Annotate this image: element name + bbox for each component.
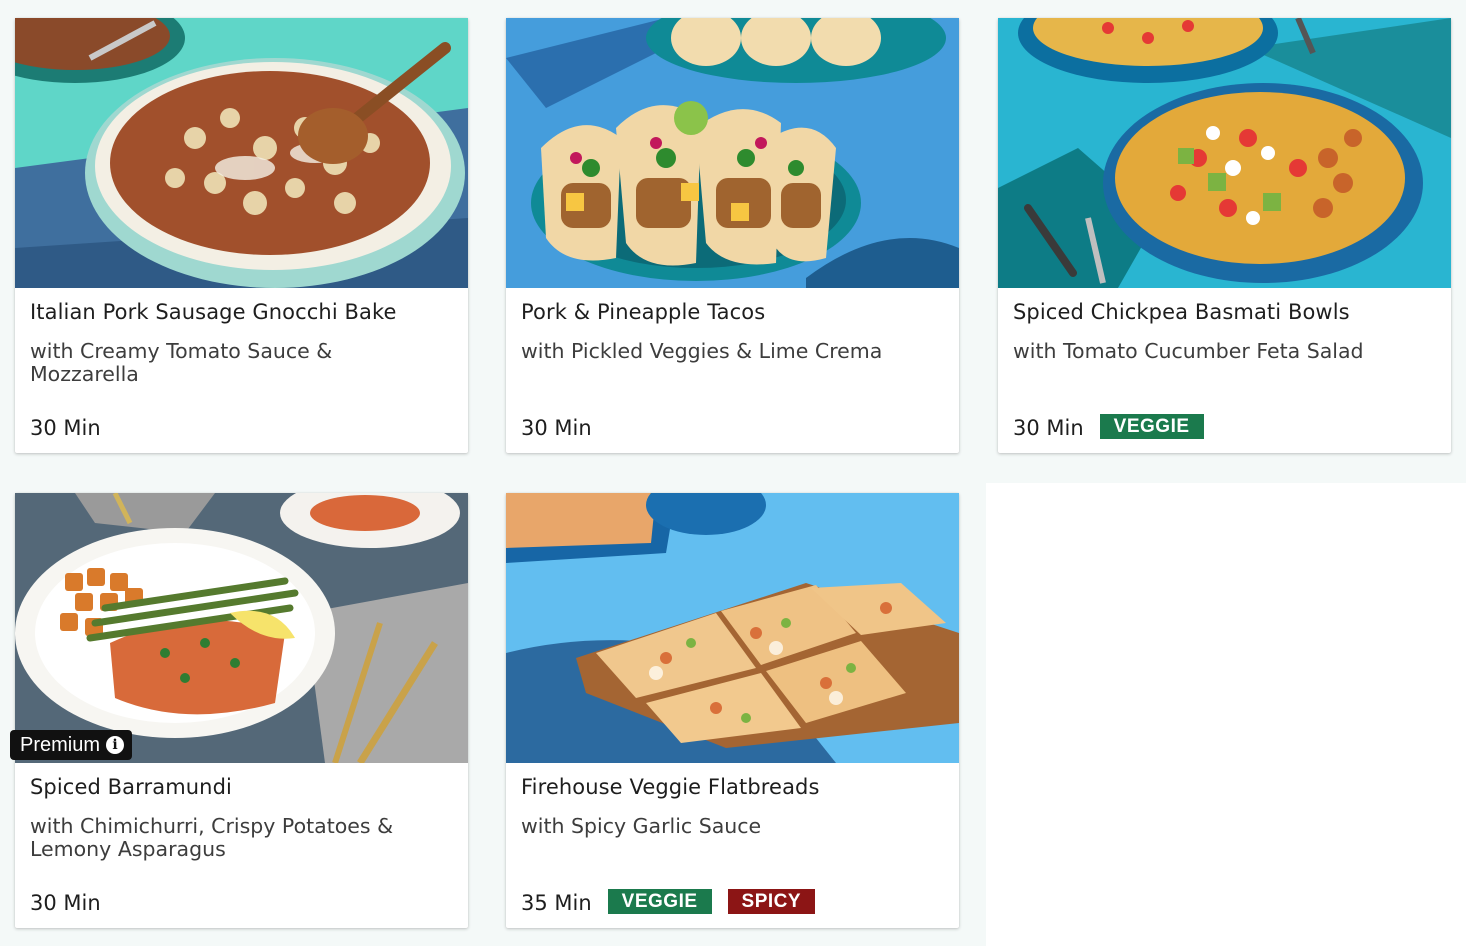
- recipe-subtitle: with Spicy Garlic Sauce: [521, 814, 762, 838]
- tacos-photo: [506, 18, 959, 288]
- spicy-tag: SPICY: [727, 888, 816, 914]
- recipe-image[interactable]: [15, 493, 468, 763]
- recipe-title[interactable]: Pork & Pineapple Tacos: [521, 300, 946, 324]
- recipe-title[interactable]: Spiced Barramundi: [30, 775, 455, 799]
- recipe-image[interactable]: [506, 18, 959, 288]
- recipe-card-spiced-barramundi[interactable]: Premium i Spiced Barramundi with Chimich…: [10, 493, 468, 928]
- empty-grid-area: [986, 483, 1466, 946]
- cook-time: 30 Min: [30, 416, 101, 440]
- cook-time: 30 Min: [1013, 416, 1084, 440]
- cook-time: 35 Min: [521, 891, 592, 915]
- info-icon[interactable]: i: [106, 736, 125, 754]
- gnocchi-bake-photo: [15, 18, 468, 288]
- recipe-footer: 30 Min VEGGIE: [1013, 413, 1204, 443]
- premium-label: Premium: [20, 733, 101, 756]
- recipe-title[interactable]: Italian Pork Sausage Gnocchi Bake: [30, 300, 455, 324]
- recipe-footer: 35 Min VEGGIE SPICY: [521, 888, 816, 918]
- barramundi-photo: [15, 493, 468, 763]
- recipe-card-gnocchi-bake[interactable]: Italian Pork Sausage Gnocchi Bake with C…: [15, 18, 468, 453]
- recipe-subtitle: with Tomato Cucumber Feta Salad: [1013, 339, 1364, 363]
- recipe-card-pork-pineapple-tacos[interactable]: Pork & Pineapple Tacos with Pickled Vegg…: [506, 18, 959, 453]
- cook-time: 30 Min: [30, 891, 101, 915]
- recipe-image[interactable]: [506, 493, 959, 763]
- recipe-title[interactable]: Firehouse Veggie Flatbreads: [521, 775, 946, 799]
- recipe-footer: 30 Min: [30, 888, 101, 918]
- recipe-image[interactable]: [15, 18, 468, 288]
- recipe-footer: 30 Min: [521, 413, 592, 443]
- recipe-image[interactable]: [998, 18, 1451, 288]
- flatbread-photo: [506, 493, 959, 763]
- recipe-subtitle: with Creamy Tomato Sauce & Mozzarella: [30, 339, 333, 386]
- recipe-card-firehouse-flatbreads[interactable]: Firehouse Veggie Flatbreads with Spicy G…: [506, 493, 959, 928]
- veggie-tag: VEGGIE: [1099, 413, 1204, 439]
- veggie-tag: VEGGIE: [607, 888, 712, 914]
- recipe-subtitle: with Pickled Veggies & Lime Crema: [521, 339, 883, 363]
- premium-badge[interactable]: Premium i: [10, 730, 133, 760]
- recipe-footer: 30 Min: [30, 413, 101, 443]
- chickpea-bowl-photo: [998, 18, 1451, 288]
- recipe-title[interactable]: Spiced Chickpea Basmati Bowls: [1013, 300, 1438, 324]
- recipe-card-chickpea-bowls[interactable]: Spiced Chickpea Basmati Bowls with Tomat…: [998, 18, 1451, 453]
- recipe-subtitle: with Chimichurri, Crispy Potatoes & Lemo…: [30, 814, 394, 861]
- cook-time: 30 Min: [521, 416, 592, 440]
